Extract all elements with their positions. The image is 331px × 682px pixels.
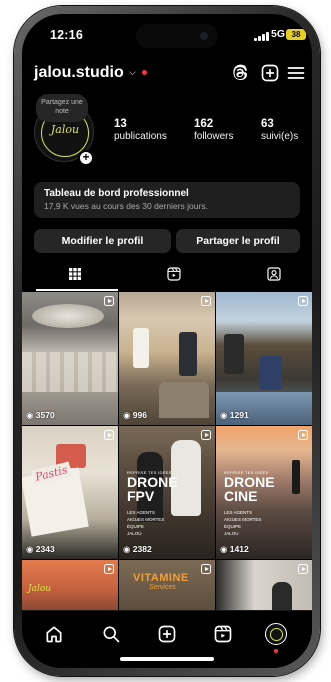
share-profile-button[interactable]: Partager le profil [176,229,300,253]
dynamic-island [136,24,218,48]
notification-dot [142,70,147,75]
grid-post[interactable]: Jalou [22,560,118,610]
tagged-tab-icon[interactable] [266,266,282,282]
reel-icon [201,296,211,306]
grid-tab-icon[interactable] [67,266,83,282]
view-count: ◉ 1291 [220,410,249,420]
grid-post[interactable]: REPRISE TES IDÉES DRONE FPV LES AGENTS A… [119,426,215,559]
active-tab-indicator [36,289,118,291]
professional-dashboard[interactable]: Tableau de bord professionnel 17,9 K vue… [34,182,300,218]
view-count: ◉ 996 [123,410,147,420]
stat-followers[interactable]: 162 followers [194,118,233,142]
notification-dot [274,649,278,653]
post-text-vitamine: VITAMINE [133,572,189,584]
home-icon[interactable] [44,624,64,644]
reel-icon [104,430,114,440]
reels-icon[interactable] [213,624,233,644]
reel-icon [201,564,211,574]
stat-value: 162 [194,118,214,130]
network-label: 5G [271,28,286,40]
profile-header: jalou.studio ⌵ [22,58,312,88]
dashboard-subtitle: 17,9 K vues au cours des 30 derniers jou… [44,201,208,211]
username[interactable]: jalou.studio [34,64,124,82]
reel-icon [298,296,308,306]
grid-post[interactable]: Pastis ◉ 2343 [22,426,118,559]
reel-icon [104,564,114,574]
battery-icon: 38 [286,29,306,40]
threads-icon[interactable] [230,63,250,83]
stat-following[interactable]: 63 suivi(e)s [261,118,298,142]
view-count: ◉ 2382 [123,544,152,554]
stat-label: followers [194,131,234,142]
status-bar: 12:16 5G 38 [22,14,312,58]
stat-value: 63 [261,118,274,130]
reel-icon [298,564,308,574]
grid-post[interactable] [216,560,312,610]
grid-post[interactable]: VITAMINE Services [119,560,215,610]
screen: 12:16 5G 38 jalou.studio ⌵ Jalou Partage… [22,14,312,668]
note-bubble[interactable]: Partagez une note [36,94,88,122]
reel-icon [201,430,211,440]
profile-tabs [22,260,312,291]
reels-tab-icon[interactable] [166,266,182,282]
drone-fpv-overlay: REPRISE TES IDÉES DRONE FPV LES AGENTS A… [127,470,178,536]
chevron-down-icon[interactable]: ⌵ [129,67,136,78]
reel-icon [298,430,308,440]
menu-icon[interactable] [286,63,306,83]
view-count: ◉ 1412 [220,544,249,554]
grid-post[interactable]: ◉ 996 [119,292,215,425]
stat-label: suivi(e)s [261,131,299,142]
create-post-icon[interactable] [260,63,280,83]
grid-post[interactable]: ◉ 3570 [22,292,118,425]
signal-icon [254,31,269,41]
stat-publications[interactable]: 13 publications [114,118,167,142]
view-count: ◉ 3570 [26,410,55,420]
home-indicator [120,657,214,661]
create-icon[interactable] [157,624,177,644]
grid-post[interactable]: ◉ 1291 [216,292,312,425]
search-icon[interactable] [101,624,121,644]
post-text-jalou: Jalou [28,584,52,594]
reel-icon [104,296,114,306]
profile-avatar[interactable] [265,623,287,645]
edit-profile-button[interactable]: Modifier le profil [34,229,171,253]
dashboard-title: Tableau de bord professionnel [44,188,189,199]
stat-value: 13 [114,118,127,130]
drone-cine-overlay: REPRISE TES IDÉES DRONE CINE LES AGENTS … [224,470,275,536]
add-story-icon[interactable]: + [78,150,94,166]
grid-post[interactable]: REPRISE TES IDÉES DRONE CINE LES AGENTS … [216,426,312,559]
status-time: 12:16 [50,28,83,42]
avatar-logo-text: Jalou [50,123,80,136]
view-count: ◉ 2343 [26,544,55,554]
post-text-services: Services [149,584,176,591]
stat-label: publications [114,131,167,142]
